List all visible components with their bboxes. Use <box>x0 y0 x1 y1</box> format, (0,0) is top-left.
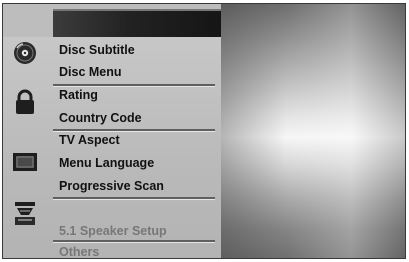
disc-icon <box>14 42 36 64</box>
menu-item-tv-aspect[interactable]: TV Aspect <box>59 130 120 150</box>
menu-item-speaker-setup[interactable]: 5.1 Speaker Setup <box>59 221 167 241</box>
tv-icon <box>13 153 37 171</box>
setup-menu: Disc Subtitle Disc Menu Rating Country C… <box>3 37 221 258</box>
speaker-icon <box>15 202 35 225</box>
menu-item-menu-language[interactable]: Menu Language <box>59 153 154 173</box>
menu-item-others[interactable]: Others <box>59 242 99 258</box>
separator <box>53 197 215 200</box>
menu-item-country-code[interactable]: Country Code <box>59 108 142 128</box>
dvd-setup-screen: Disc Subtitle Disc Menu Rating Country C… <box>0 0 409 262</box>
menu-item-disc-subtitle[interactable]: Disc Subtitle <box>59 40 135 60</box>
menu-item-disc-menu[interactable]: Disc Menu <box>59 62 122 82</box>
preview-area <box>221 4 405 258</box>
lock-icon <box>16 89 34 114</box>
menu-item-progressive-scan[interactable]: Progressive Scan <box>59 176 164 196</box>
menu-item-rating[interactable]: Rating <box>59 85 98 105</box>
setup-menu-frame: Disc Subtitle Disc Menu Rating Country C… <box>2 3 406 259</box>
title-bar <box>53 9 221 37</box>
